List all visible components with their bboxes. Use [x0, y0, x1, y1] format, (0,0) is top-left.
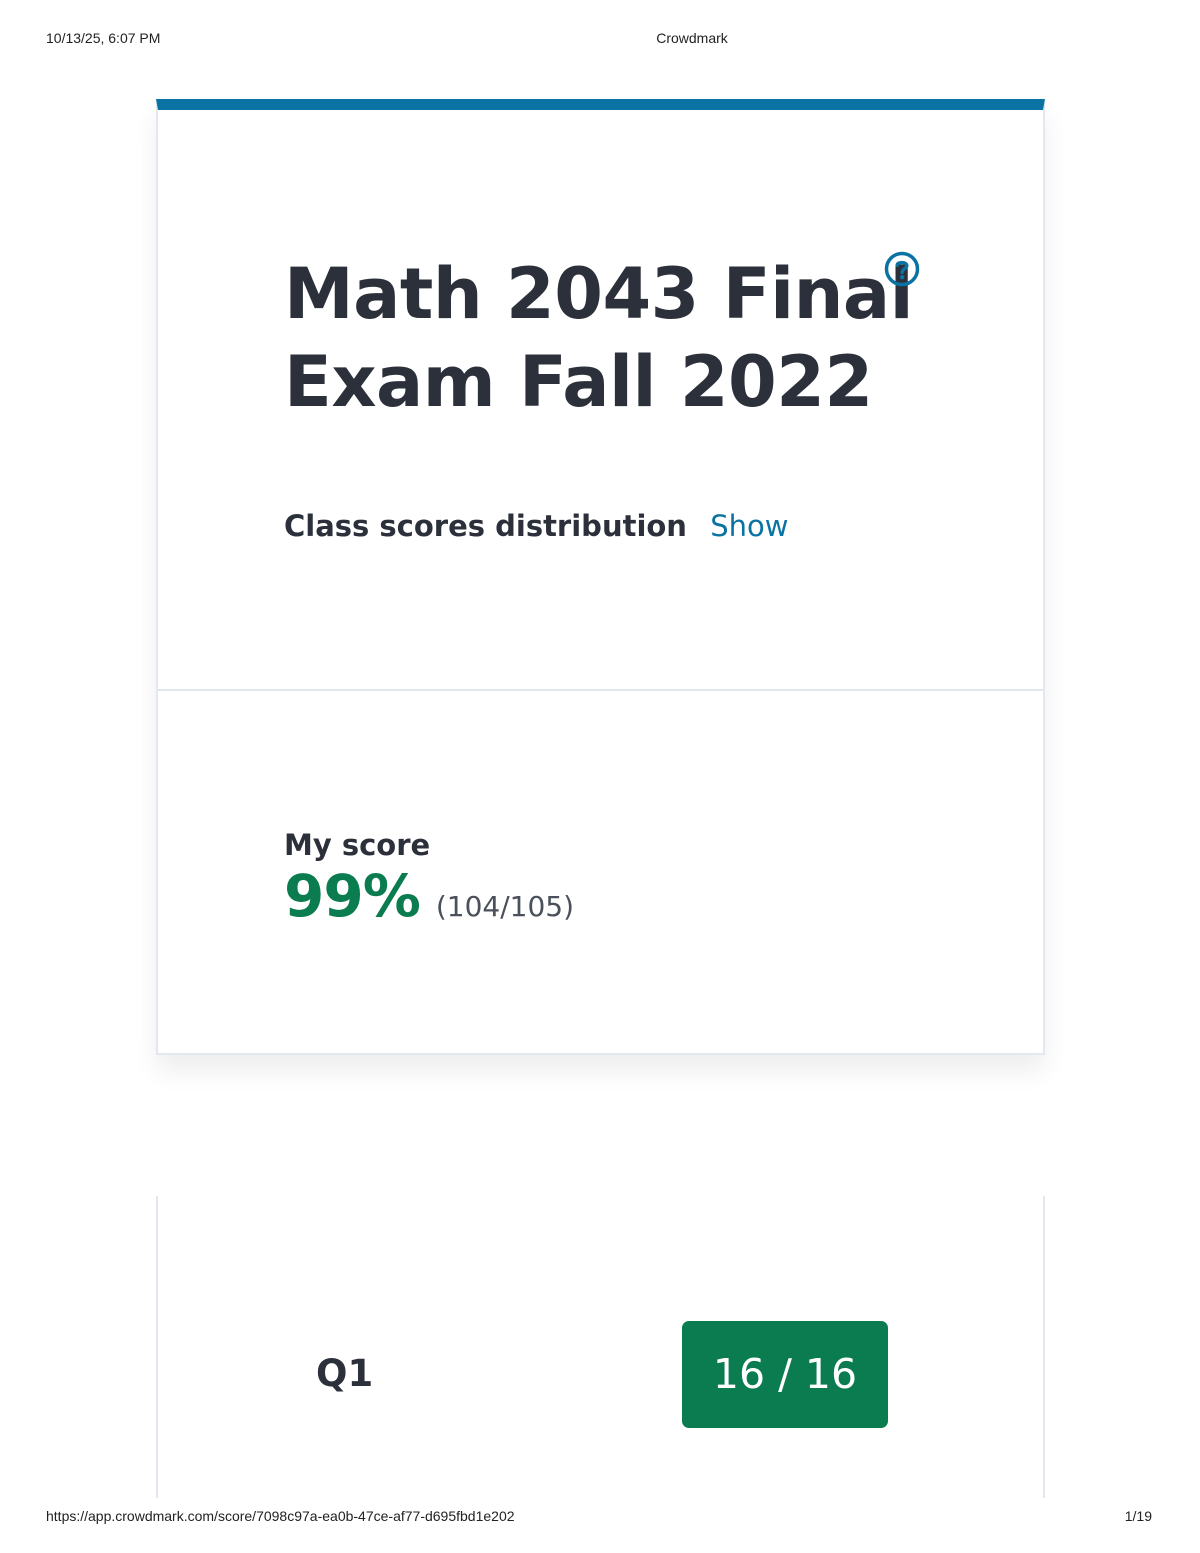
- class-distribution-row: Class scores distribution Show: [284, 508, 788, 544]
- exam-title: Math 2043 Final Exam Fall 2022: [284, 253, 914, 423]
- print-footer: https://app.crowdmark.com/score/7098c97a…: [0, 1508, 1200, 1528]
- show-distribution-link[interactable]: Show: [710, 509, 788, 543]
- print-page-title: Crowdmark: [656, 30, 728, 46]
- question-circle-icon[interactable]: [883, 250, 921, 288]
- my-score-value: 99% (104/105): [284, 862, 574, 930]
- score-fraction: (104/105): [435, 890, 574, 923]
- print-header: 10/13/25, 6:07 PM Crowdmark: [0, 30, 1200, 50]
- card-divider: [158, 689, 1043, 691]
- question-label: Q1: [316, 1352, 374, 1395]
- my-score-label: My score: [284, 828, 431, 862]
- print-url: https://app.crowdmark.com/score/7098c97a…: [46, 1508, 515, 1524]
- exam-summary-card: Math 2043 Final Exam Fall 2022 Class sco…: [156, 99, 1045, 1055]
- class-distribution-label: Class scores distribution: [284, 509, 687, 543]
- score-percent: 99%: [284, 862, 421, 930]
- question-card[interactable]: Q1 16 / 16: [156, 1196, 1045, 1498]
- question-score-badge: 16 / 16: [682, 1321, 888, 1428]
- print-page-number: 1/19: [1124, 1508, 1152, 1524]
